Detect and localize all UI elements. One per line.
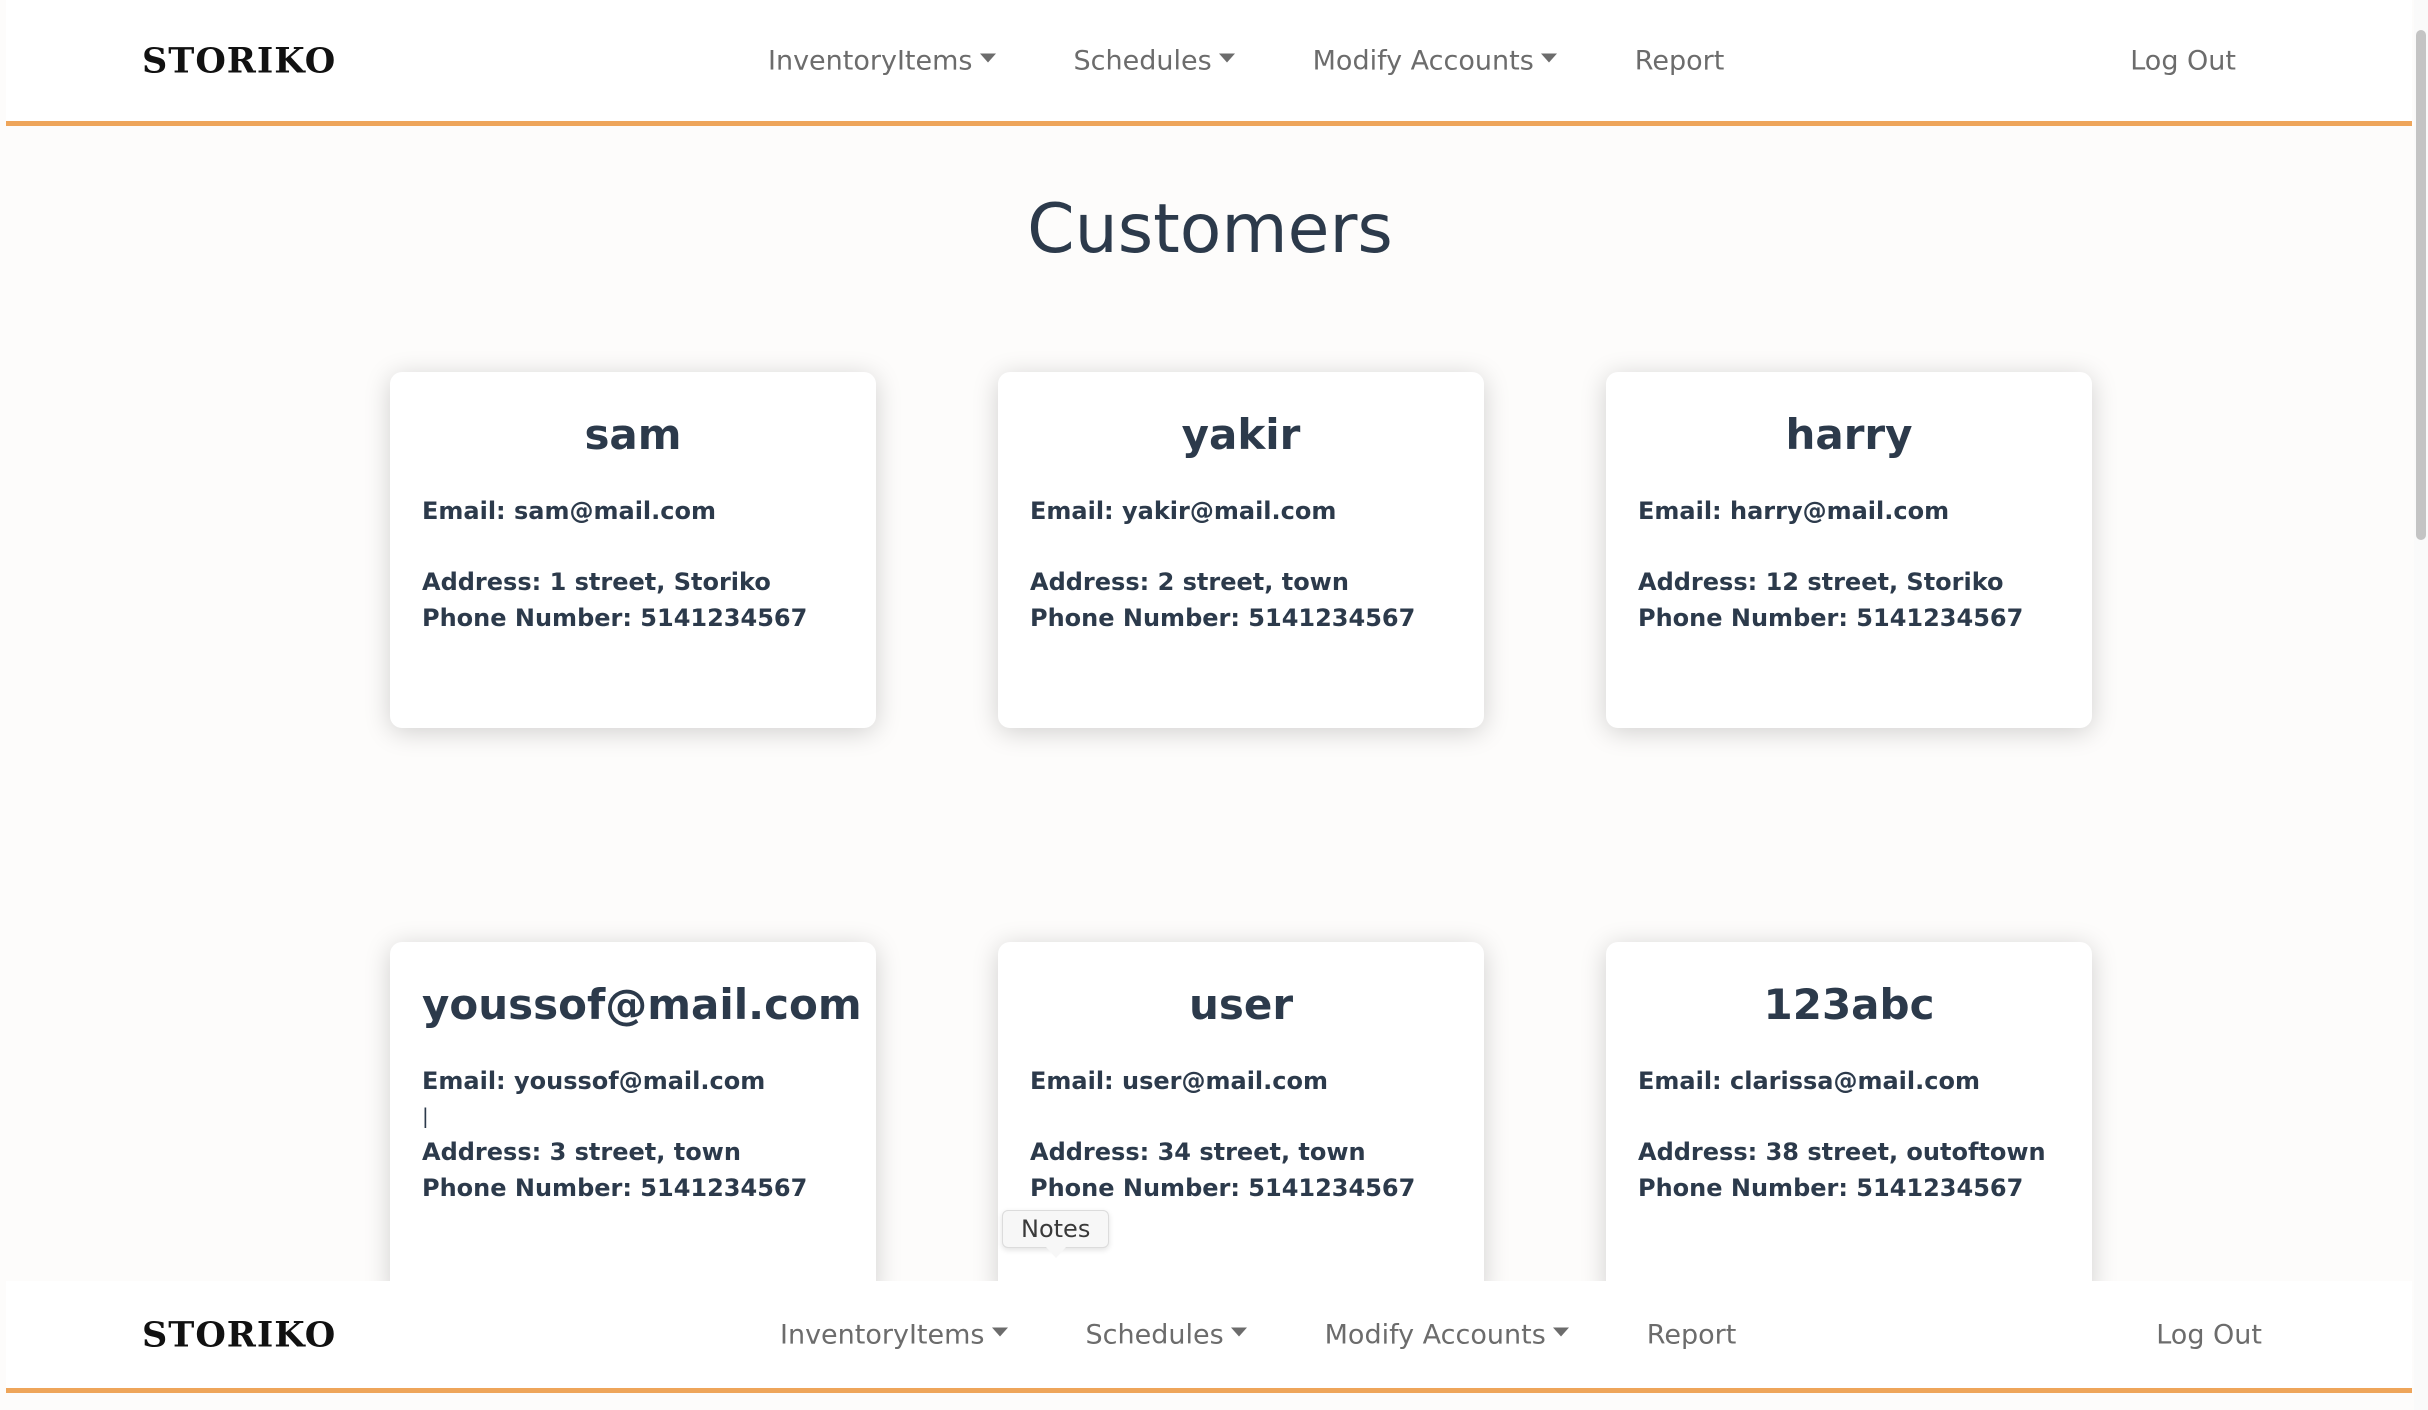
caret-down-icon: [991, 1327, 1008, 1336]
nav-item-label: InventoryItems: [768, 45, 973, 76]
customer-extra: [1030, 529, 1452, 564]
customer-name: user: [1188, 980, 1294, 1029]
customer-extra: [1638, 529, 2060, 564]
nav-item-label: Schedules: [1073, 45, 1212, 76]
top-navbar: STORIKO InventoryItems Schedules Modify …: [6, 0, 2412, 126]
logout-link[interactable]: Log Out: [2130, 45, 2236, 76]
customer-card[interactable]: sam Email: sam@mail.com Address: 1 stree…: [390, 372, 876, 728]
customer-phone: Phone Number: 5141234567: [422, 604, 808, 632]
nav-item-modify-accounts[interactable]: Modify Accounts: [1313, 45, 1557, 76]
customer-address: Address: 38 street, outoftown: [1638, 1138, 2046, 1166]
nav-item-label: Report: [1646, 1319, 1737, 1350]
brand-logo[interactable]: STORIKO: [142, 1314, 336, 1355]
customer-card[interactable]: harry Email: harry@mail.com Address: 12 …: [1606, 372, 2092, 728]
customer-phone: Phone Number: 5141234567: [1638, 1174, 2024, 1202]
customer-phone: Phone Number: 5141234567: [1030, 604, 1416, 632]
customer-card[interactable]: youssof@mail.com Email: youssof@mail.com…: [390, 942, 876, 1298]
nav-item-modify-accounts[interactable]: Modify Accounts: [1325, 1319, 1569, 1350]
customer-name: youssof@mail.com: [422, 980, 862, 1029]
customer-address: Address: 3 street, town: [422, 1138, 741, 1166]
caret-down-icon: [1230, 1327, 1247, 1336]
nav-item-inventory-items[interactable]: InventoryItems: [780, 1319, 1008, 1350]
scrollbar-thumb[interactable]: [2416, 30, 2426, 540]
brand-logo[interactable]: STORIKO: [142, 40, 336, 81]
customer-extra: |: [422, 1104, 429, 1128]
nav-item-label: InventoryItems: [780, 1319, 985, 1350]
customer-address: Address: 1 street, Storiko: [422, 568, 771, 596]
customer-email: Email: clarissa@mail.com: [1638, 1067, 1980, 1095]
caret-down-icon: [1218, 53, 1235, 62]
customer-name: 123abc: [1763, 980, 1935, 1029]
nav-item-report[interactable]: Report: [1635, 45, 1725, 76]
logout-link[interactable]: Log Out: [2156, 1319, 2262, 1350]
nav-item-schedules[interactable]: Schedules: [1086, 1319, 1247, 1350]
customer-name: harry: [1785, 410, 1913, 459]
customer-email: Email: harry@mail.com: [1638, 497, 1950, 525]
nav-links: InventoryItems Schedules Modify Accounts…: [780, 1319, 1814, 1350]
customer-extra: [1638, 1099, 2060, 1134]
customer-phone: Phone Number: 5141234567: [1030, 1174, 1416, 1202]
customer-phone: Phone Number: 5141234567: [422, 1174, 808, 1202]
customer-extra: [422, 529, 844, 564]
customer-card[interactable]: yakir Email: yakir@mail.com Address: 2 s…: [998, 372, 1484, 728]
page: STORIKO InventoryItems Schedules Modify …: [0, 0, 2428, 1410]
caret-down-icon: [1552, 1327, 1569, 1336]
caret-down-icon: [979, 53, 996, 62]
caret-down-icon: [1540, 53, 1557, 62]
customer-name: yakir: [1181, 410, 1301, 459]
nav-item-label: Report: [1634, 45, 1725, 76]
customer-address: Address: 34 street, town: [1030, 1138, 1366, 1166]
nav-item-report[interactable]: Report: [1647, 1319, 1737, 1350]
customer-email: Email: youssof@mail.com: [422, 1067, 766, 1095]
customer-email: Email: yakir@mail.com: [1030, 497, 1337, 525]
vertical-scrollbar[interactable]: [2414, 0, 2428, 1410]
nav-links: InventoryItems Schedules Modify Accounts…: [768, 45, 1802, 76]
nav-item-inventory-items[interactable]: InventoryItems: [768, 45, 996, 76]
customer-email: Email: user@mail.com: [1030, 1067, 1328, 1095]
nav-item-label: Modify Accounts: [1312, 45, 1534, 76]
customer-phone: Phone Number: 5141234567: [1638, 604, 2024, 632]
nav-item-label: Modify Accounts: [1324, 1319, 1546, 1350]
page-title: Customers: [1027, 190, 1393, 269]
customer-card[interactable]: 123abc Email: clarissa@mail.com Address:…: [1606, 942, 2092, 1298]
customer-email: Email: sam@mail.com: [422, 497, 716, 525]
notes-tooltip: Notes: [1002, 1210, 1110, 1258]
nav-item-schedules[interactable]: Schedules: [1074, 45, 1235, 76]
customer-name: sam: [584, 410, 682, 459]
customer-address: Address: 2 street, town: [1030, 568, 1349, 596]
bottom-navbar: STORIKO InventoryItems Schedules Modify …: [6, 1281, 2412, 1393]
nav-item-label: Schedules: [1085, 1319, 1224, 1350]
customer-extra: [1030, 1099, 1452, 1134]
customer-address: Address: 12 street, Storiko: [1638, 568, 2004, 596]
